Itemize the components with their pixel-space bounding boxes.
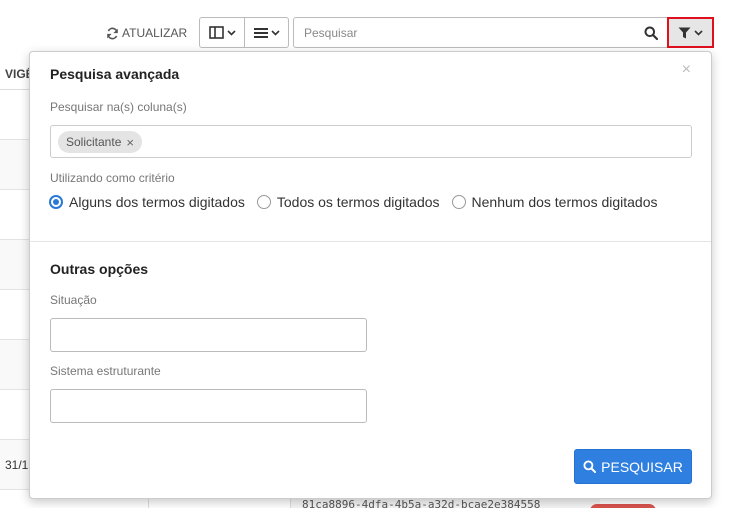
other-options-title: Outras opções (50, 261, 149, 277)
situacao-label: Situação (50, 293, 97, 307)
search-input[interactable] (293, 17, 635, 48)
refresh-button[interactable]: ATUALIZAR (106, 23, 187, 43)
column-tag-solicitante: Solicitante × (58, 131, 142, 153)
sistema-estruturante-field[interactable] (50, 389, 367, 423)
radio-label: Todos os termos digitados (276, 194, 440, 210)
chevron-down-icon (270, 29, 280, 36)
columns-label: Pesquisar na(s) coluna(s) (50, 100, 187, 114)
section-divider (30, 241, 711, 242)
table-cell-date: 31/1 (5, 458, 29, 472)
radio-button[interactable] (256, 195, 271, 209)
popover-title: Pesquisa avançada (50, 66, 180, 82)
columns-icon (208, 26, 224, 39)
tag-remove-icon[interactable]: × (126, 135, 134, 150)
view-options-group (199, 17, 289, 48)
submit-search-button[interactable]: PESQUISAR (574, 449, 692, 484)
criteria-option-no-terms[interactable]: Nenhum dos termos digitados (451, 194, 658, 210)
status-badge (590, 504, 656, 508)
radio-button-selected[interactable] (49, 195, 63, 209)
chevron-down-icon (226, 29, 236, 36)
criteria-option-some-terms[interactable]: Alguns dos termos digitados (49, 194, 245, 210)
criteria-option-all-terms[interactable]: Todos os termos digitados (256, 194, 440, 210)
submit-label: PESQUISAR (601, 458, 683, 475)
advanced-search-popover: × Pesquisa avançada Pesquisar na(s) colu… (29, 51, 712, 499)
list-options-button[interactable] (244, 18, 288, 47)
criteria-label: Utilizando como critério (50, 171, 175, 185)
table-cell-uuid: 81ca8896-4dfa-4b5a-a32d-bcae2e384558 (302, 498, 541, 508)
refresh-icon (107, 27, 118, 39)
refresh-label: ATUALIZAR (122, 26, 188, 40)
close-icon[interactable]: × (682, 62, 691, 78)
column-select-input[interactable]: Solicitante × (50, 125, 692, 158)
radio-label: Alguns dos termos digitados (69, 194, 245, 210)
list-icon (253, 27, 268, 38)
columns-toggle-button[interactable] (200, 18, 244, 47)
search-icon (644, 26, 658, 40)
radio-label: Nenhum dos termos digitados (471, 194, 658, 210)
search-button[interactable] (634, 17, 668, 48)
criteria-radio-group: Alguns dos termos digitados Todos os ter… (49, 194, 658, 210)
advanced-filter-button[interactable] (667, 17, 714, 48)
search-icon (583, 460, 597, 473)
situacao-field[interactable] (50, 318, 367, 352)
radio-button[interactable] (451, 195, 466, 209)
tag-label: Solicitante (66, 135, 122, 149)
sistema-estruturante-label: Sistema estruturante (50, 364, 161, 378)
table-toolbar: ATUALIZAR (0, 17, 732, 49)
chevron-down-icon (694, 29, 703, 36)
filter-icon (678, 27, 691, 38)
